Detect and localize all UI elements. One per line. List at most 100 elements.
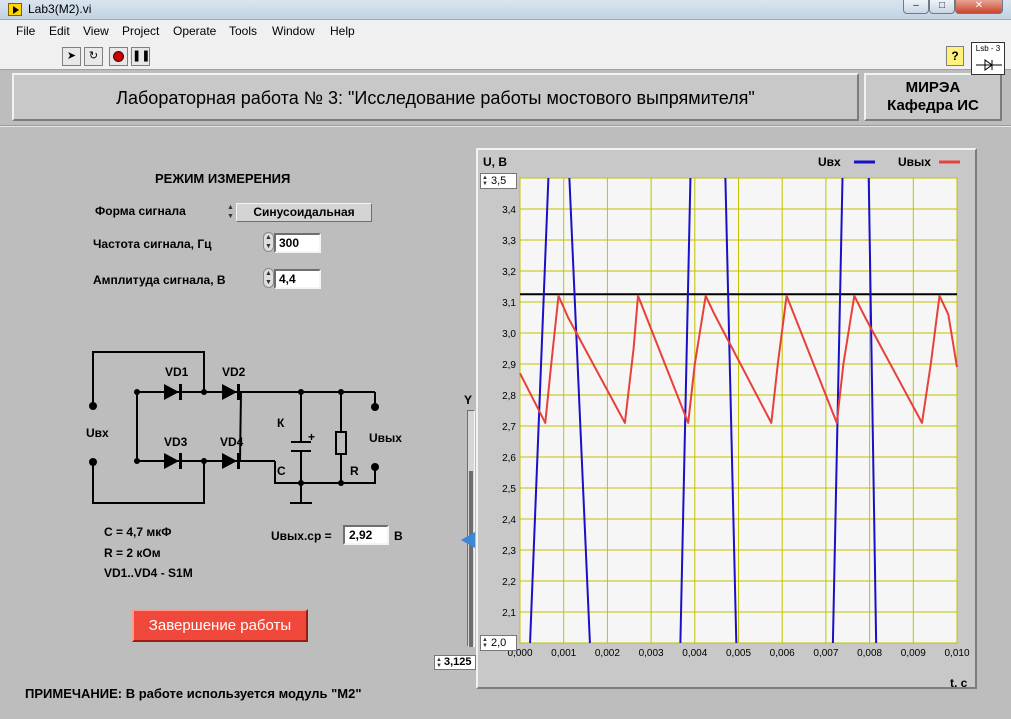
resistor-r-label: R (350, 464, 359, 478)
uout-label: Uвых (369, 431, 402, 445)
y-tick-label: 2,5 (502, 484, 516, 495)
menu-bar: File Edit View Project Operate Tools Win… (0, 20, 1011, 42)
x-tick-label: 0,007 (813, 648, 838, 659)
x-tick-label: 0,010 (944, 648, 969, 659)
window-title: Lab3(M2).vi (28, 2, 92, 16)
frequency-spinner-icon[interactable]: ▲ ▼ (263, 232, 274, 252)
org-banner: МИРЭА Кафедра ИС (864, 73, 1002, 121)
x-tick-label: 0,004 (682, 648, 707, 659)
y-tick-label: 2,6 (502, 453, 516, 464)
menu-help[interactable]: Help (330, 24, 355, 38)
lab-title: Лабораторная работа № 3: "Исследование р… (116, 88, 755, 108)
header-divider (0, 125, 1011, 127)
y-tick-label: 2,9 (502, 360, 516, 371)
close-button[interactable]: ✕ (955, 0, 1003, 14)
menu-project[interactable]: Project (122, 24, 159, 38)
toolbar: ➤ ↻ ❚❚ ? Lsb - 3 (0, 42, 1011, 75)
note-text: ПРИМЕЧАНИЕ: В работе используется модуль… (25, 686, 362, 701)
labview-app-icon (8, 3, 22, 16)
slider-value-text: 3,125 (444, 656, 472, 668)
title-banner: Лабораторная работа № 3: "Исследование р… (12, 73, 859, 121)
legend-uin-label: Uвх (818, 155, 841, 169)
x-tick-label: 0,006 (770, 648, 795, 659)
title-bar: Lab3(M2).vi – □ ✕ (0, 0, 1011, 20)
x-tick-label: 0,009 (901, 648, 926, 659)
y-max-value: 3,5 (491, 175, 507, 187)
level-slider-track[interactable] (467, 410, 475, 647)
amplitude-input[interactable]: 4,4 (274, 269, 321, 289)
amplitude-spinner-icon[interactable]: ▲ ▼ (263, 268, 274, 288)
y-tick-label: 2,7 (502, 422, 516, 433)
maximize-button[interactable]: □ (929, 0, 955, 14)
bridge-rectifier-schematic: Uвх VD1 VD2 VD3 VD4 К + С R Uвых (86, 351, 402, 504)
menu-window[interactable]: Window (272, 24, 315, 38)
y-tick-label: 3,2 (502, 267, 516, 278)
context-help-icon[interactable]: ? (946, 46, 964, 66)
menu-file[interactable]: File (16, 24, 35, 38)
diode-type-value: VD1..VD4 - S1M (104, 566, 193, 580)
x-tick-label: 0,003 (639, 648, 664, 659)
waveform-chart: 2,1 2,2 2,3 2,4 2,5 2,6 2,7 2,8 2,9 3,0 3,1 3,2 3,3 3… (483, 155, 970, 687)
y-tick-label: 3,1 (502, 298, 516, 309)
org-name: МИРЭА (905, 79, 961, 96)
menu-operate[interactable]: Operate (173, 24, 216, 38)
vd2-label: VD2 (222, 365, 246, 379)
front-panel: Лабораторная работа № 3: "Исследование р… (0, 70, 1011, 719)
y-min-input[interactable]: ▲ ▼ 2,0 (480, 635, 517, 651)
y-tick-label: 2,4 (502, 515, 516, 526)
uavg-unit: В (394, 529, 403, 543)
uavg-label: Uвых.ср = (271, 529, 332, 543)
y-tick-label: 2,8 (502, 391, 516, 402)
abort-icon[interactable] (109, 47, 128, 66)
resistance-value: R = 2 кОм (104, 546, 161, 560)
signal-shape-label: Форма сигнала (95, 204, 186, 218)
capacitance-value: С = 4,7 мкФ (104, 525, 172, 539)
mode-title: РЕЖИМ ИЗМЕРЕНИЯ (155, 171, 291, 186)
menu-view[interactable]: View (83, 24, 109, 38)
slider-y-label: Y (464, 393, 473, 407)
x-tick-label: 0,005 (726, 648, 751, 659)
diode-symbol-icon (976, 59, 1002, 71)
y-max-input[interactable]: ▲ ▼ 3,5 (480, 173, 517, 189)
y-tick-label: 2,3 (502, 546, 516, 557)
level-slider-thumb[interactable] (461, 531, 475, 548)
x-tick-label: 0,001 (551, 648, 576, 659)
y-axis-label: U, В (483, 155, 507, 169)
y-tick-label: 2,2 (502, 577, 516, 588)
finish-button[interactable]: Завершение работы (132, 609, 308, 642)
frequency-label: Частота сигнала, Гц (93, 237, 212, 251)
capacitor-c-label: С (277, 464, 286, 478)
y-max-spinner-icon[interactable]: ▲ ▼ (482, 175, 488, 187)
pause-icon[interactable]: ❚❚ (131, 47, 150, 66)
uavg-indicator: 2,92 (343, 525, 389, 545)
x-axis-label: t, с (950, 676, 968, 687)
y-min-value: 2,0 (491, 637, 507, 649)
y-tick-label: 2,1 (502, 608, 516, 619)
switch-k-label: К (277, 416, 285, 430)
minimize-button[interactable]: – (903, 0, 929, 14)
slider-spinner-icon[interactable]: ▲ ▼ (436, 657, 442, 669)
uin-label: Uвх (86, 426, 109, 440)
x-ticks: 0,000 0,001 0,002 0,003 0,004 0,005 0,006 0,007… (507, 648, 969, 659)
level-slider-fill (469, 470, 473, 647)
y-tick-label: 3,4 (502, 205, 516, 216)
level-slider-value[interactable]: ▲ ▼ 3,125 (434, 655, 476, 670)
org-dept: Кафедра ИС (887, 97, 979, 114)
capacitor-plus-label: + (308, 430, 315, 444)
vd4-label: VD4 (220, 435, 244, 449)
run-arrow-icon[interactable]: ➤ (62, 47, 81, 66)
menu-edit[interactable]: Edit (49, 24, 70, 38)
signal-shape-select[interactable]: Синусоидальная (236, 203, 372, 222)
run-continuously-icon[interactable]: ↻ (84, 47, 103, 66)
frequency-input[interactable]: 300 (274, 233, 321, 253)
y-ticks: 2,1 2,2 2,3 2,4 2,5 2,6 2,7 2,8 2,9 3,0 3,1 3,2 3,3 3… (502, 205, 516, 619)
menu-tools[interactable]: Tools (229, 24, 257, 38)
vi-icon: Lsb - 3 (971, 42, 1005, 75)
ring-selector-arrows-icon[interactable]: ▲ ▼ (226, 203, 235, 221)
y-min-spinner-icon[interactable]: ▲ ▼ (482, 637, 488, 649)
vd1-label: VD1 (165, 365, 189, 379)
y-tick-label: 3,3 (502, 236, 516, 247)
x-tick-label: 0,008 (857, 648, 882, 659)
y-tick-label: 3,0 (502, 329, 516, 340)
legend-uout-label: Uвых (898, 155, 931, 169)
